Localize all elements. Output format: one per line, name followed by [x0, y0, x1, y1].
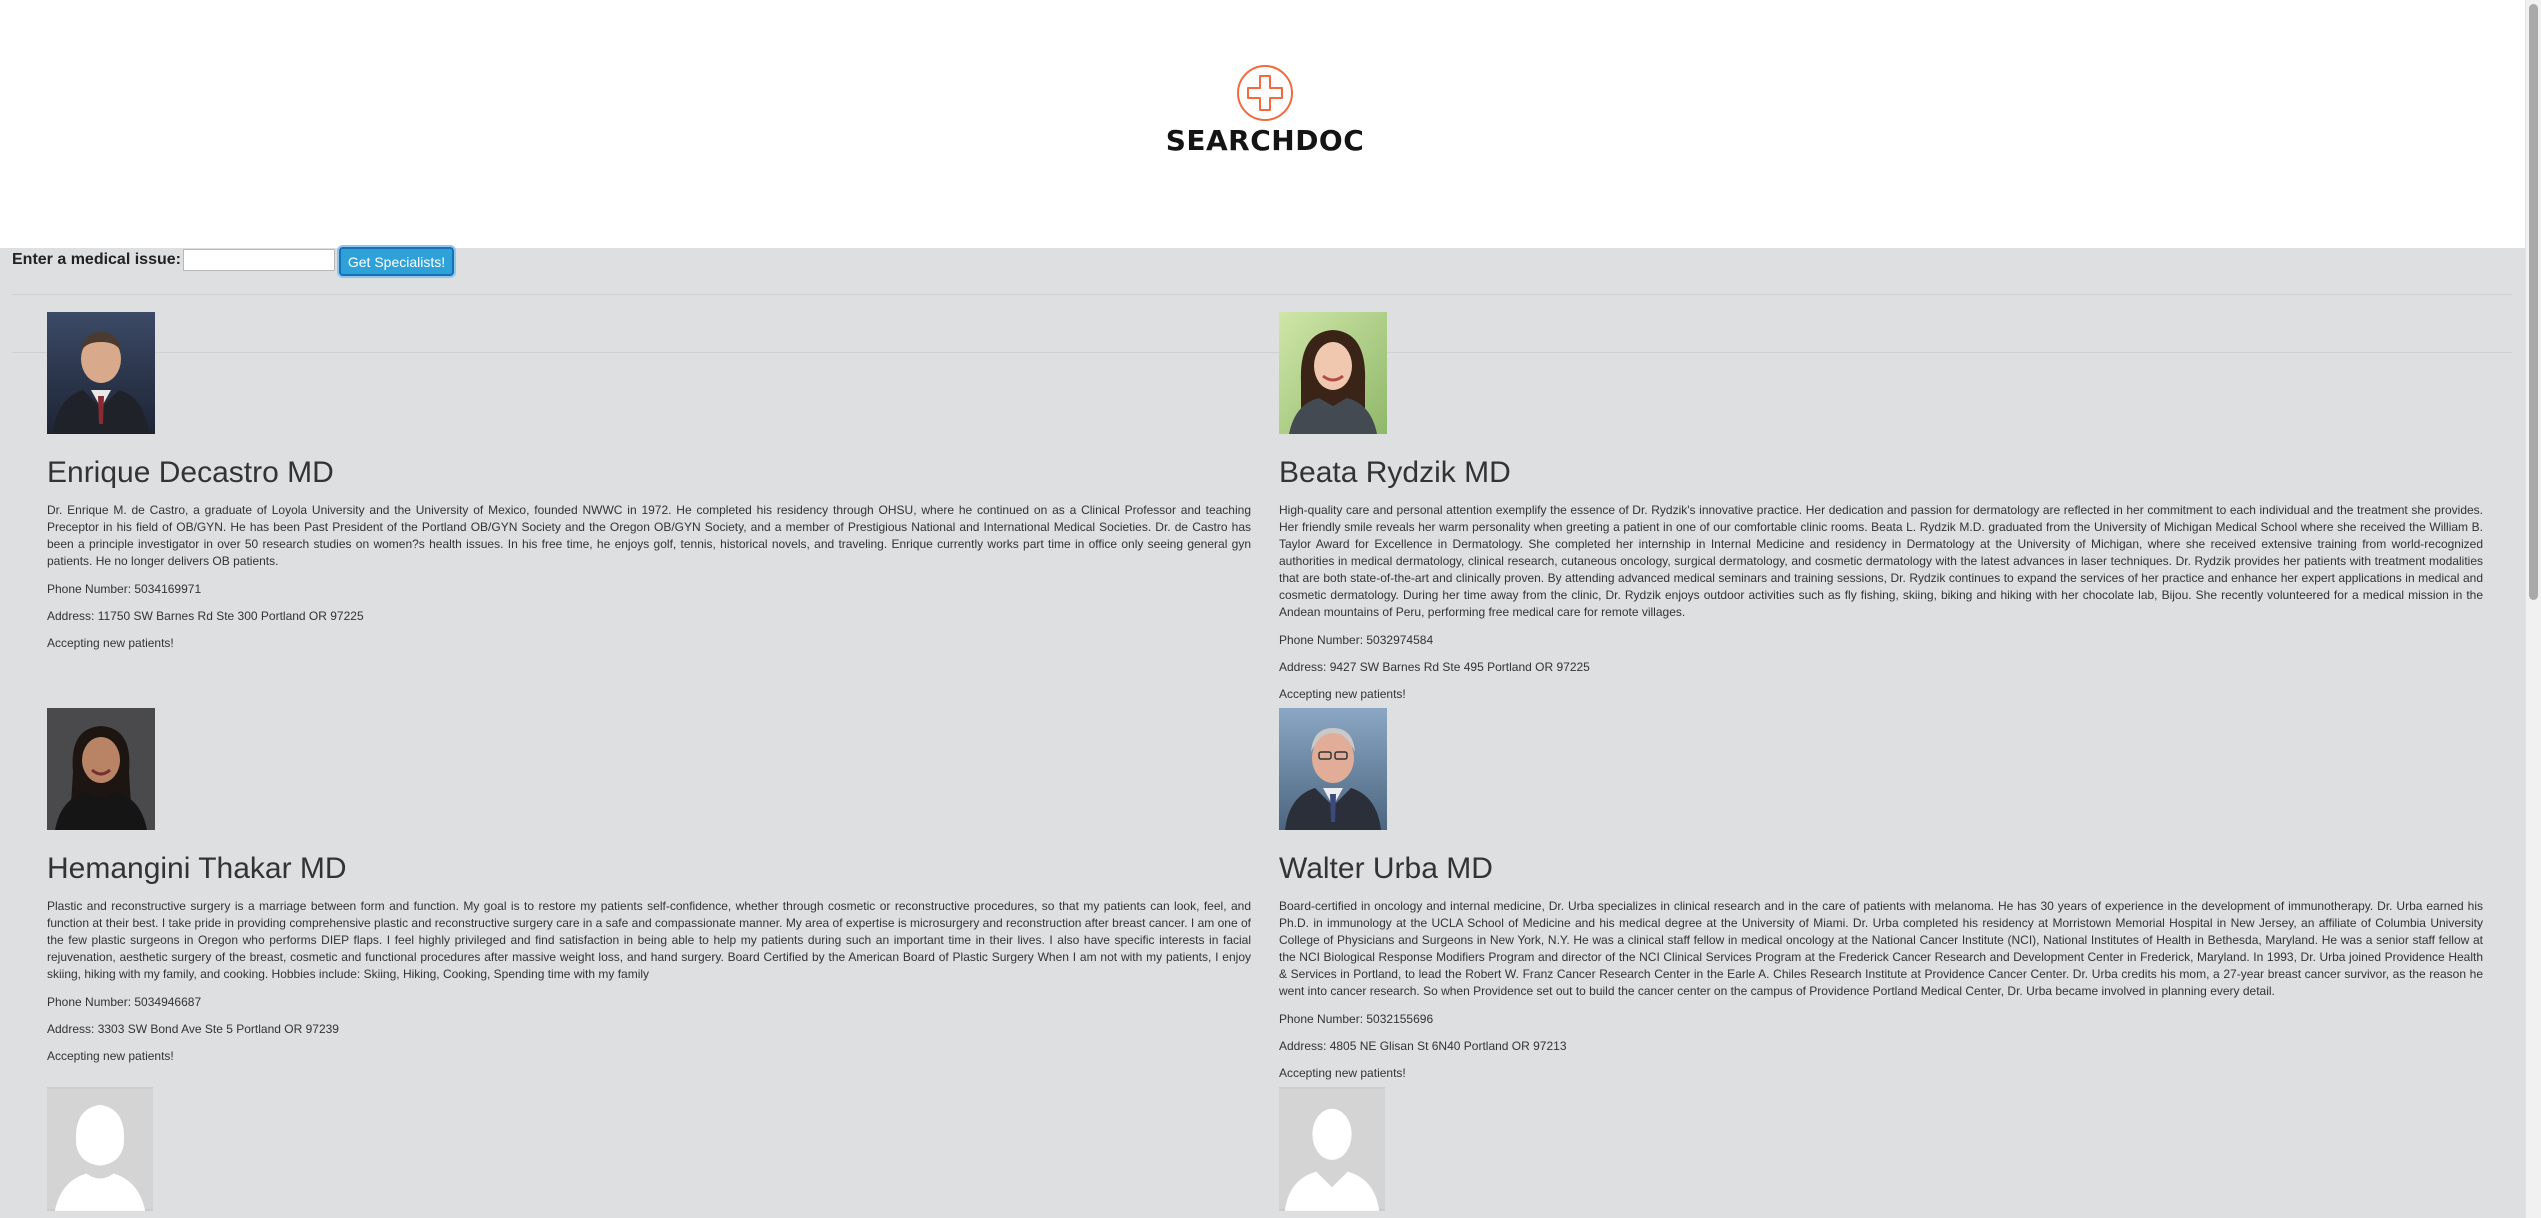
- doctor-bio: Dr. Enrique M. de Castro, a graduate of …: [47, 503, 1251, 568]
- doctor-card: Hemangini Thakar MD Plastic and reconstr…: [47, 708, 1251, 1064]
- doctor-name: Enrique Decastro MD: [47, 456, 334, 489]
- male-placeholder-avatar-icon: [1279, 1087, 1385, 1211]
- doctor-card: Walter Urba MD Board-certified in oncolo…: [1279, 708, 2483, 1081]
- doctor-photo: [1279, 312, 1387, 434]
- doctor-name: Hemangini Thakar MD: [47, 852, 347, 885]
- doctor-photo: [47, 312, 155, 434]
- doctor-address: Address: 11750 SW Barnes Rd Ste 300 Port…: [47, 609, 364, 623]
- doctor-phone: Phone Number: 5032155696: [1279, 1012, 1434, 1026]
- search-label: Enter a medical issue:: [12, 251, 181, 268]
- doctor-phone: Phone Number: 5032974584: [1279, 633, 1434, 647]
- accepting-status: Accepting new patients!: [1279, 687, 1406, 701]
- doctor-bio: Plastic and reconstructive surgery is a …: [47, 899, 1251, 981]
- accepting-status: Accepting new patients!: [47, 1049, 174, 1063]
- accepting-status: Accepting new patients!: [1279, 1066, 1406, 1080]
- site-header: SEARCHDOC: [0, 0, 2541, 248]
- doctor-bio: Board-certified in oncology and internal…: [1279, 899, 2483, 998]
- site-logo-text[interactable]: SEARCHDOC: [1100, 124, 1430, 157]
- doctor-phone: Phone Number: 5034946687: [47, 995, 202, 1009]
- doctor-address: Address: 3303 SW Bond Ave Ste 5 Portland…: [47, 1022, 339, 1036]
- page: SEARCHDOC Enter a medical issue: Get Spe…: [0, 0, 2541, 1218]
- doctor-address: Address: 4805 NE Glisan St 6N40 Portland…: [1279, 1039, 1567, 1053]
- get-specialists-button[interactable]: Get Specialists!: [339, 247, 454, 276]
- doctor-card: Beata Rydzik MD High-quality care and pe…: [1279, 312, 2483, 702]
- doctor-phone: Phone Number: 5034169971: [47, 582, 202, 596]
- page-scrollbar[interactable]: [2525, 0, 2541, 1218]
- scrollbar-thumb[interactable]: [2529, 4, 2538, 600]
- divider: [12, 294, 2512, 295]
- medical-cross-icon[interactable]: [1236, 64, 1294, 122]
- doctor-name: Walter Urba MD: [1279, 852, 1493, 885]
- doctor-card: [1279, 1087, 2483, 1211]
- doctor-photo: [47, 708, 155, 830]
- doctor-name: Beata Rydzik MD: [1279, 456, 1511, 489]
- female-placeholder-avatar-icon: [47, 1087, 153, 1211]
- medical-issue-input[interactable]: [183, 249, 335, 271]
- doctor-address: Address: 9427 SW Barnes Rd Ste 495 Portl…: [1279, 660, 1590, 674]
- doctor-photo: [1279, 708, 1387, 830]
- doctor-card: [47, 1087, 1251, 1211]
- doctor-card: Enrique Decastro MD Dr. Enrique M. de Ca…: [47, 312, 1251, 651]
- doctor-bio: High-quality care and personal attention…: [1279, 503, 2483, 619]
- accepting-status: Accepting new patients!: [47, 636, 174, 650]
